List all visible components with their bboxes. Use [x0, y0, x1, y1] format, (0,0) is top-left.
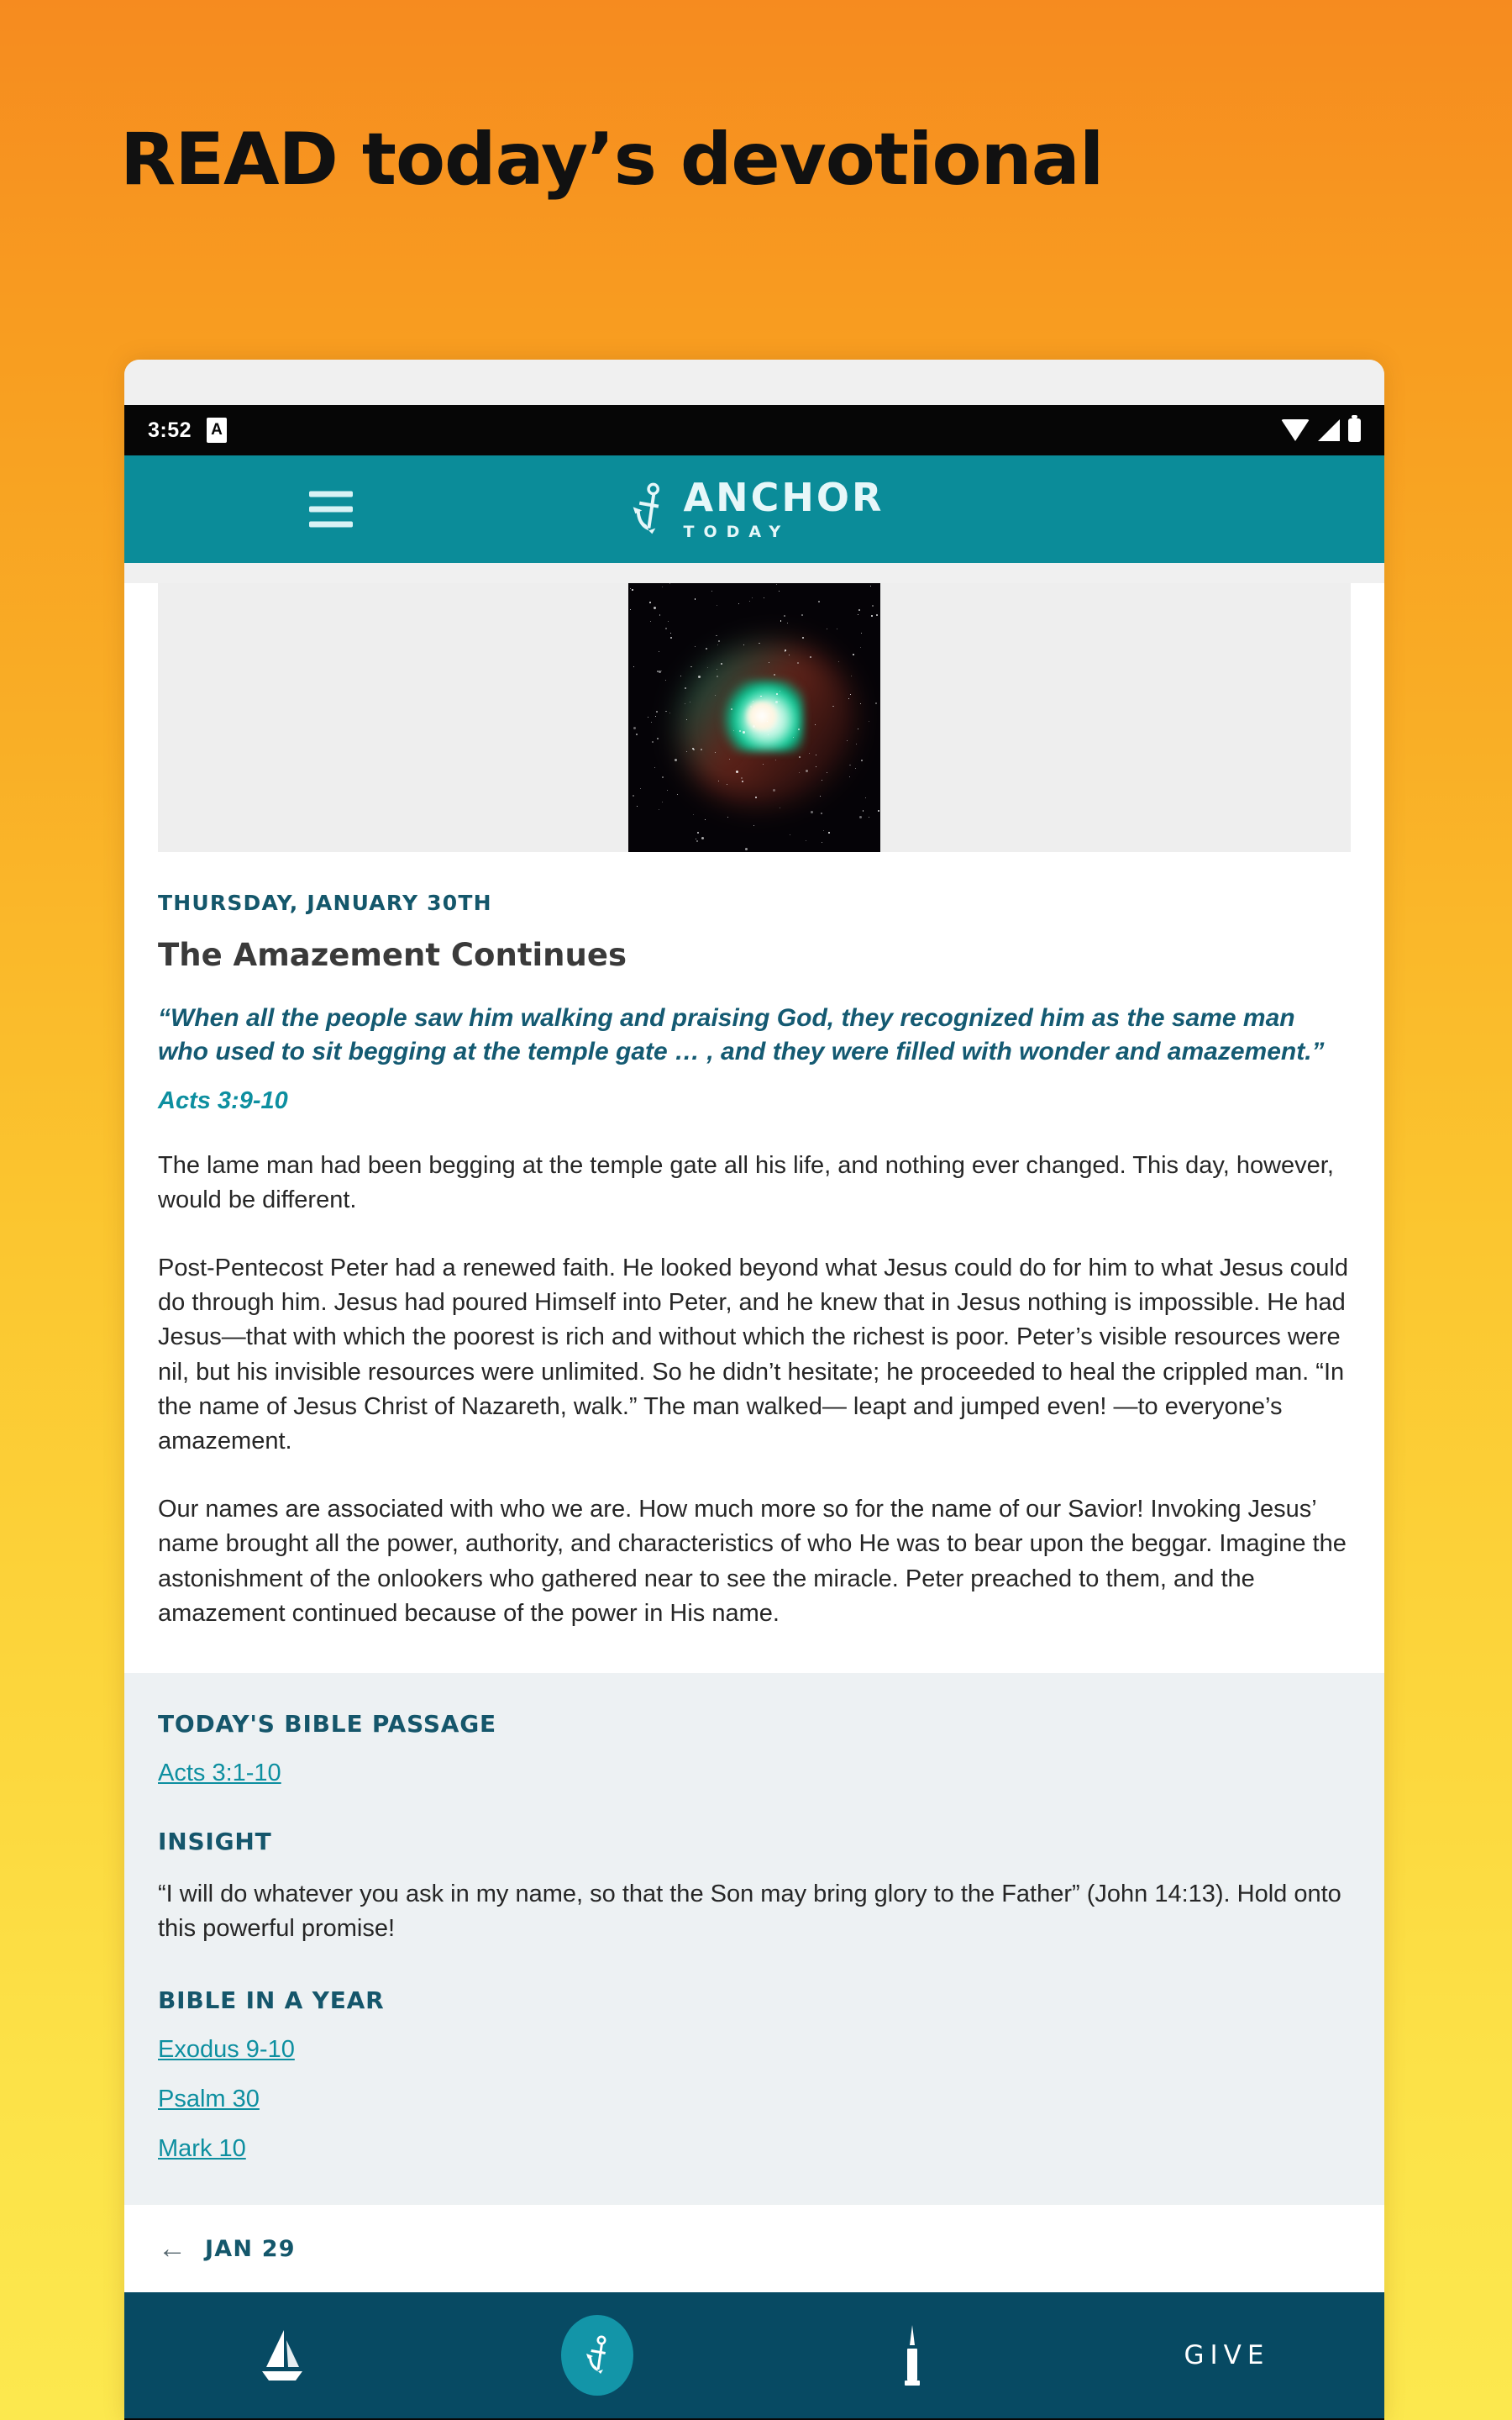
- anchor-tab[interactable]: [439, 2292, 754, 2418]
- date-kicker: THURSDAY, JANUARY 30TH: [158, 891, 492, 915]
- scripture-quote: “When all the people saw him walking and…: [158, 1004, 1325, 1065]
- app-notification-icon: A: [207, 418, 228, 443]
- hamburger-bar: [309, 491, 353, 497]
- paragraph: The lame man had been begging at the tem…: [158, 1151, 1334, 1213]
- app-header: ANCHOR TODAY: [124, 455, 1384, 563]
- anchor-icon: [585, 2335, 606, 2375]
- status-clock: 3:52: [148, 418, 192, 442]
- wifi-icon: [1281, 419, 1310, 441]
- signal-icon: [1318, 419, 1340, 441]
- bible-in-a-year-link[interactable]: Psalm 30: [158, 2086, 260, 2113]
- insight-heading: INSIGHT: [158, 1827, 272, 1855]
- phone-mockup: 3:52 A ANCHOR TODAY THURSDAY, JANUARY 30…: [124, 360, 1384, 2420]
- hamburger-menu-icon[interactable]: [309, 491, 353, 528]
- previous-day-label: JAN 29: [205, 2235, 296, 2262]
- paragraph: Our names are associated with who we are…: [158, 1496, 1347, 1627]
- active-tab-indicator: [560, 2315, 633, 2396]
- give-tab-label: GIVE: [1184, 2340, 1270, 2371]
- sailboat-icon: [261, 2330, 302, 2381]
- lighthouse-tab[interactable]: [754, 2292, 1069, 2418]
- bible-in-a-year-link[interactable]: Exodus 9-10: [158, 2036, 295, 2064]
- arrow-left-icon: ←: [158, 2233, 186, 2265]
- sailboat-tab[interactable]: [124, 2292, 439, 2418]
- starfield: [628, 583, 880, 852]
- scripture-reference: Acts 3:9-10: [158, 1086, 288, 1114]
- bible-in-a-year-section: BIBLE IN A YEAR Exodus 9-10 Psalm 30 Mar…: [158, 1986, 1351, 2163]
- battery-icon: [1348, 415, 1361, 442]
- give-tab[interactable]: GIVE: [1069, 2292, 1384, 2418]
- previous-day-nav[interactable]: ← JAN 29: [124, 2205, 1384, 2293]
- android-status-bar: 3:52 A: [124, 405, 1384, 455]
- paragraph: Post-Pentecost Peter had a renewed faith…: [158, 1255, 1348, 1455]
- insight-section: INSIGHT “I will do whatever you ask in m…: [158, 1828, 1351, 1946]
- bible-in-a-year-link[interactable]: Mark 10: [158, 2135, 246, 2163]
- article-body: THURSDAY, JANUARY 30TH The Amazement Con…: [124, 852, 1384, 1631]
- status-icons: [1281, 415, 1361, 442]
- anchor-icon: [633, 482, 659, 534]
- hamburger-bar: [309, 521, 353, 528]
- brand-subtitle: TODAY: [683, 523, 790, 541]
- brand-name: ANCHOR: [683, 475, 885, 520]
- hero-image-band: [158, 583, 1351, 852]
- lighthouse-icon: [904, 2325, 920, 2386]
- devotional-title: The Amazement Continues: [158, 937, 627, 973]
- hamburger-bar: [309, 506, 353, 513]
- devotional-content: THURSDAY, JANUARY 30TH The Amazement Con…: [124, 583, 1384, 2293]
- comet-photo: [628, 583, 880, 852]
- page-title: READ today’s devotional: [120, 118, 1104, 202]
- brand-logo[interactable]: ANCHOR TODAY: [625, 478, 885, 540]
- bible-passage-link[interactable]: Acts 3:1-10: [158, 1760, 281, 1787]
- phone-top-bezel: [124, 360, 1384, 405]
- bottom-tab-bar: GIVE: [124, 2292, 1384, 2419]
- resources-panel: TODAY'S BIBLE PASSAGE Acts 3:1-10 INSIGH…: [124, 1672, 1384, 2206]
- bible-in-a-year-heading: BIBLE IN A YEAR: [158, 1986, 385, 2015]
- insight-body: “I will do whatever you ask in my name, …: [158, 1880, 1341, 1943]
- bible-passage-heading: TODAY'S BIBLE PASSAGE: [158, 1709, 496, 1738]
